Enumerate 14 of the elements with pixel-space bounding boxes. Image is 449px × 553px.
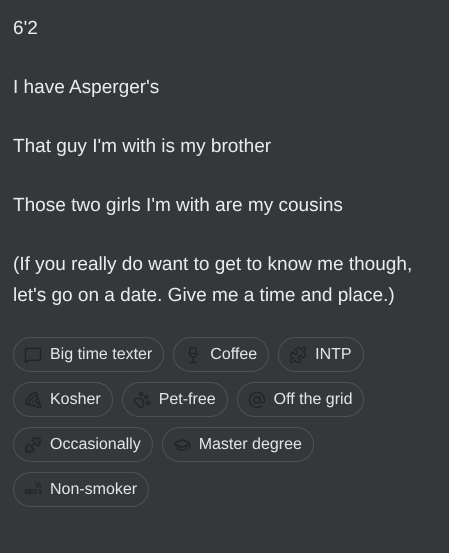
profile-tag: Off the grid [236,382,364,417]
bio-paragraph: 6'2 [13,17,39,41]
bio-paragraph: That guy I'm with is my brother [13,135,272,159]
profile-tag: Kosher [13,382,113,417]
bio-paragraph: Those two girls I'm with are my cousins [13,194,344,218]
bio-paragraph: (If you really do want to get to know me though, let's go on a date. Give me a time and place.) [13,253,414,308]
profile-tag: Master degree [162,427,314,462]
profile-tag: Pet-free [122,382,228,417]
profile-tag: Occasionally [13,427,153,462]
profile-tag: INTP [278,337,364,372]
profile-tag: Non-smoker [13,472,150,507]
profile-tag: Coffee [173,337,270,372]
profile-tag: Big time texter [13,337,164,372]
bio-paragraph: I have Asperger's [13,76,160,100]
